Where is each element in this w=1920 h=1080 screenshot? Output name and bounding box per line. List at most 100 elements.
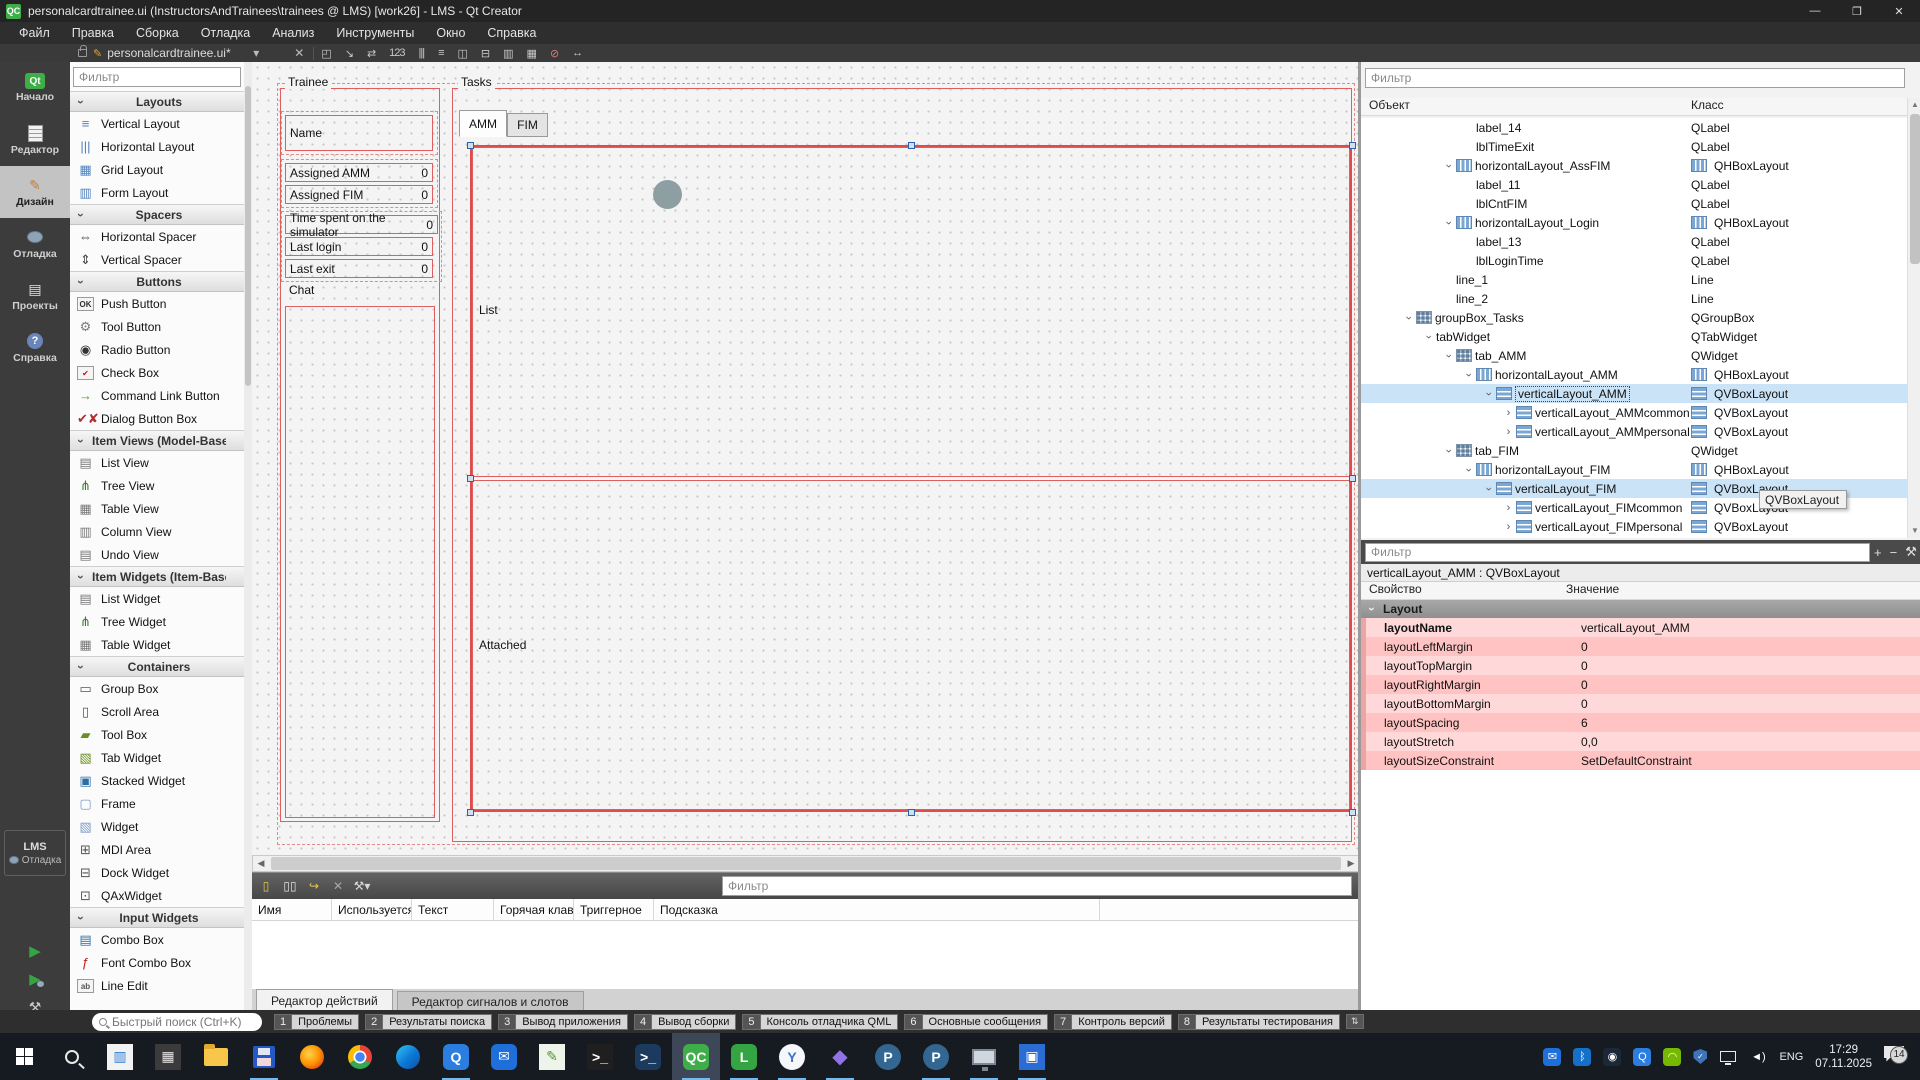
- document-selector[interactable]: personalcardtrainee.ui*: [107, 46, 247, 60]
- minimize-button[interactable]: —: [1794, 0, 1836, 22]
- action-column-5[interactable]: Триггерное: [574, 899, 654, 921]
- run-button[interactable]: ▶: [24, 940, 46, 962]
- layout-splitter-vertical-icon[interactable]: ⊟: [474, 47, 496, 60]
- q-app-icon[interactable]: Q: [432, 1033, 480, 1080]
- output-pane-7[interactable]: 7Контроль версий: [1054, 1014, 1172, 1030]
- property-row-layoutBottomMargin[interactable]: layoutBottomMargin0: [1361, 694, 1920, 713]
- tray-network-icon[interactable]: [1719, 1048, 1737, 1066]
- mode-projects[interactable]: ▤Проекты: [0, 270, 70, 322]
- menu-item-Инструменты[interactable]: Инструменты: [325, 24, 425, 42]
- property-row-layoutStretch[interactable]: layoutStretch0,0: [1361, 732, 1920, 751]
- chevron-down-icon[interactable]: ›: [1423, 329, 1435, 344]
- selection-handle[interactable]: [1349, 809, 1356, 816]
- widget-box-item[interactable]: ◉Radio Button: [70, 338, 244, 361]
- document-dropdown-icon[interactable]: ▾: [247, 46, 285, 60]
- tree-row-lblLoginTime[interactable]: lblLoginTimeQLabel: [1361, 251, 1907, 270]
- widget-box-category[interactable]: ›Layouts: [70, 91, 244, 112]
- widget-box-item[interactable]: ⊞MDI Area: [70, 838, 244, 861]
- tree-row-horizontalLayout_AMM[interactable]: ›horizontalLayout_AMMQHBoxLayout: [1361, 365, 1907, 384]
- mode-debug[interactable]: Отладка: [0, 218, 70, 270]
- tree-row-line_1[interactable]: line_1Line: [1361, 270, 1907, 289]
- widget-box-category[interactable]: ›Buttons: [70, 271, 244, 292]
- search-icon[interactable]: [48, 1033, 96, 1080]
- property-row-layoutSpacing[interactable]: layoutSpacing6: [1361, 713, 1920, 732]
- widget-box-item[interactable]: ▧Tab Widget: [70, 746, 244, 769]
- selection-handle[interactable]: [1349, 475, 1356, 482]
- layout-property-group[interactable]: › Layout: [1361, 600, 1920, 618]
- property-row-layoutLeftMargin[interactable]: layoutLeftMargin0: [1361, 637, 1920, 656]
- widget-box-item[interactable]: ▧Widget: [70, 815, 244, 838]
- notepad-app-icon[interactable]: ✎: [528, 1033, 576, 1080]
- tab-Редактор-сигналов-и-слотов[interactable]: Редактор сигналов и слотов: [397, 991, 584, 1011]
- scroll-left-icon[interactable]: ◀: [253, 858, 269, 869]
- widget-box-item[interactable]: ▥Column View: [70, 520, 244, 543]
- tree-row-verticalLayout_AMM[interactable]: ›verticalLayout_AMMQVBoxLayout: [1361, 384, 1907, 403]
- output-pane-8[interactable]: 8Результаты тестирования: [1178, 1014, 1340, 1030]
- mode-design[interactable]: ✎Дизайн: [0, 166, 70, 218]
- widget-box-item[interactable]: ▤Undo View: [70, 543, 244, 566]
- copy-action-icon[interactable]: ▯▯: [280, 876, 300, 896]
- tree-row-groupBox_Tasks[interactable]: ›groupBox_TasksQGroupBox: [1361, 308, 1907, 327]
- output-pane-2[interactable]: 2Результаты поиска: [365, 1014, 492, 1030]
- calculator-icon[interactable]: ▦: [144, 1033, 192, 1080]
- widget-box-item[interactable]: ⋔Tree Widget: [70, 610, 244, 633]
- slides-app-icon[interactable]: ▥: [96, 1033, 144, 1080]
- tree-row-tab_AMM[interactable]: ›tab_AMMQWidget: [1361, 346, 1907, 365]
- menu-item-Файл[interactable]: Файл: [8, 24, 61, 42]
- action-column-2[interactable]: Используется: [332, 899, 412, 921]
- widget-box-item[interactable]: ▦Table View: [70, 497, 244, 520]
- widget-box-item[interactable]: ⊟Dock Widget: [70, 861, 244, 884]
- tree-row-lblTimeExit[interactable]: lblTimeExitQLabel: [1361, 137, 1907, 156]
- widget-box-item[interactable]: ▯Scroll Area: [70, 700, 244, 723]
- widget-box-item[interactable]: abLine Edit: [70, 974, 244, 997]
- widget-box-item[interactable]: ▣Stacked Widget: [70, 769, 244, 792]
- tree-row-tab_FIM[interactable]: ›tab_FIMQWidget: [1361, 441, 1907, 460]
- output-pane-4[interactable]: 4Вывод сборки: [634, 1014, 736, 1030]
- layout-grid-icon[interactable]: ▦: [520, 47, 543, 60]
- tray-steam-icon[interactable]: ◉: [1603, 1048, 1621, 1066]
- notification-center-button[interactable]: 14: [1884, 1046, 1910, 1068]
- debug-run-button[interactable]: ▶: [24, 968, 46, 990]
- selection-handle[interactable]: [467, 809, 474, 816]
- selection-handle[interactable]: [1349, 142, 1356, 149]
- layout-vertical-icon[interactable]: ≡: [431, 47, 450, 59]
- object-tree-scrollbar[interactable]: ▲ ▼: [1907, 98, 1920, 538]
- fork-git-icon[interactable]: Y: [768, 1033, 816, 1080]
- name-row[interactable]: Name: [285, 115, 433, 151]
- widget-box-item[interactable]: ▤List View: [70, 451, 244, 474]
- tab-amm[interactable]: AMM: [459, 110, 507, 137]
- widget-box-item[interactable]: ▰Tool Box: [70, 723, 244, 746]
- widget-box-item[interactable]: ▦Grid Layout: [70, 158, 244, 181]
- tree-row-label_14[interactable]: label_14QLabel: [1361, 118, 1907, 137]
- widget-box-item[interactable]: ⇕Vertical Spacer: [70, 248, 244, 271]
- scroll-up-icon[interactable]: ▲: [1908, 98, 1920, 112]
- property-row-layoutName[interactable]: layoutNameverticalLayout_AMM: [1361, 618, 1920, 637]
- widget-box-item[interactable]: ▭Group Box: [70, 677, 244, 700]
- break-layout-icon[interactable]: ⊘: [543, 47, 565, 60]
- document-close-icon[interactable]: ✕: [285, 46, 313, 60]
- chevron-right-icon[interactable]: ›: [1501, 426, 1516, 438]
- output-pane-arrows[interactable]: ⇅: [1346, 1014, 1364, 1029]
- new-action-icon[interactable]: ▯: [256, 876, 276, 896]
- form-editor-canvas[interactable]: Trainee Name Assigned AMM0Assigned FIM0T…: [252, 62, 1360, 855]
- action-column-4[interactable]: Горячая клавиш: [494, 899, 574, 921]
- tree-row-horizontalLayout_Login[interactable]: ›horizontalLayout_LoginQHBoxLayout: [1361, 213, 1907, 232]
- tray-defender-icon[interactable]: ✓: [1693, 1049, 1707, 1064]
- canvas-horizontal-scrollbar[interactable]: ◀ ▶: [252, 855, 1360, 872]
- amm-personal-layout-box[interactable]: [472, 480, 1350, 810]
- add-property-icon[interactable]: +: [1870, 545, 1886, 560]
- menu-item-Отладка[interactable]: Отладка: [190, 24, 261, 42]
- widget-box-item[interactable]: ▢Frame: [70, 792, 244, 815]
- clock[interactable]: 17:29 07.11.2025: [1815, 1043, 1872, 1071]
- layout-horizontal-icon[interactable]: |||: [412, 47, 432, 59]
- tree-row-lblCntFIM[interactable]: lblCntFIMQLabel: [1361, 194, 1907, 213]
- widget-box-item[interactable]: ▥Form Layout: [70, 181, 244, 204]
- delete-action-icon[interactable]: ✕: [328, 876, 348, 896]
- scroll-right-icon[interactable]: ▶: [1343, 858, 1359, 869]
- selection-handle[interactable]: [467, 142, 474, 149]
- edit-widgets-icon[interactable]: ◰: [314, 47, 337, 60]
- widget-box-item[interactable]: ▤List Widget: [70, 587, 244, 610]
- mode-help[interactable]: ?Справка: [0, 322, 70, 374]
- paste-action-icon[interactable]: ↪: [304, 876, 324, 896]
- widget-box-category[interactable]: ›Input Widgets: [70, 907, 244, 928]
